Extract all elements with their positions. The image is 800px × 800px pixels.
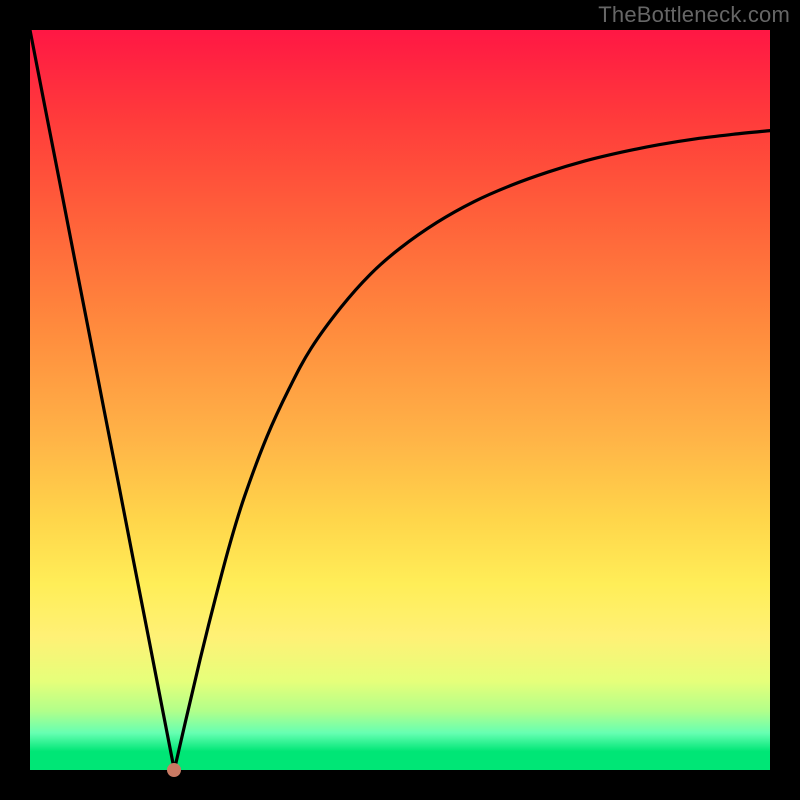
plot-area bbox=[30, 30, 770, 770]
optimal-point-marker bbox=[167, 763, 181, 777]
watermark-text: TheBottleneck.com bbox=[598, 2, 790, 28]
bottleneck-curve bbox=[30, 30, 770, 770]
chart-frame: TheBottleneck.com bbox=[0, 0, 800, 800]
